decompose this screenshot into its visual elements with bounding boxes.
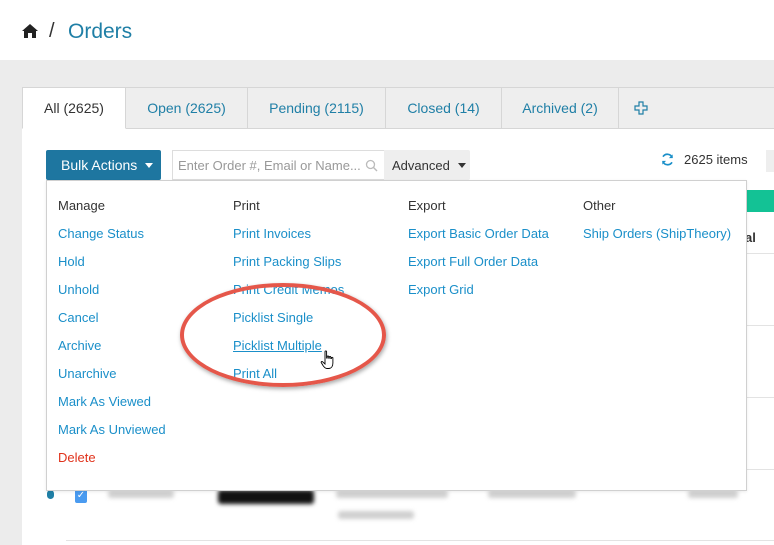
tab-open[interactable]: Open (2625) [126, 87, 248, 129]
breadcrumb: / Orders [0, 0, 774, 60]
menu-item-print-credit-memos[interactable]: Print Credit Memos [233, 282, 344, 310]
tab-label: All (2625) [44, 100, 104, 116]
menu-item-print-all[interactable]: Print All [233, 366, 344, 394]
row-divider [66, 540, 774, 541]
menu-heading: Export [408, 198, 446, 213]
advanced-search-button[interactable]: Advanced [384, 150, 470, 180]
menu-item-archive[interactable]: Archive [58, 338, 166, 366]
menu-heading: Manage [58, 198, 105, 213]
blurred-status-badge [218, 490, 314, 504]
menu-column-other: Other Ship Orders (ShipTheory) [583, 198, 731, 254]
home-icon[interactable] [21, 22, 39, 40]
caret-down-icon [457, 162, 466, 168]
plus-icon [633, 101, 648, 115]
menu-item-picklist-single[interactable]: Picklist Single [233, 310, 344, 338]
bulk-actions-menu: Manage Change Status Hold Unhold Cancel … [46, 180, 747, 491]
bulk-actions-button[interactable]: Bulk Actions [46, 150, 161, 180]
row-checkbox[interactable]: ✓ [75, 489, 87, 503]
breadcrumb-separator: / [49, 20, 55, 42]
tab-bar-filler [661, 87, 774, 129]
menu-item-delete[interactable]: Delete [58, 450, 166, 478]
tab-all[interactable]: All (2625) [22, 87, 126, 129]
menu-item-change-status[interactable]: Change Status [58, 226, 166, 254]
order-search-input[interactable]: Enter Order #, Email or Name... [172, 150, 384, 180]
menu-item-print-packing-slips[interactable]: Print Packing Slips [233, 254, 344, 282]
page-title[interactable]: Orders [68, 20, 132, 44]
menu-item-unarchive[interactable]: Unarchive [58, 366, 166, 394]
menu-heading: Other [583, 198, 616, 213]
tab-closed[interactable]: Closed (14) [386, 87, 502, 129]
blurred-date [336, 490, 448, 498]
hand-cursor-icon [320, 350, 334, 369]
menu-item-unhold[interactable]: Unhold [58, 282, 166, 310]
blurred-order-number [108, 490, 174, 498]
caret-down-icon [145, 162, 154, 168]
menu-item-export-basic[interactable]: Export Basic Order Data [408, 226, 549, 254]
unread-indicator [47, 490, 54, 499]
tab-label: Archived (2) [522, 100, 598, 116]
menu-item-mark-viewed[interactable]: Mark As Viewed [58, 394, 166, 422]
blurred-total [688, 490, 738, 498]
menu-item-print-invoices[interactable]: Print Invoices [233, 226, 344, 254]
menu-heading: Print [233, 198, 260, 213]
tab-archived[interactable]: Archived (2) [502, 87, 619, 129]
advanced-label: Advanced [392, 157, 450, 173]
menu-item-mark-unviewed[interactable]: Mark As Unviewed [58, 422, 166, 450]
pagination-stub[interactable] [766, 150, 774, 172]
blurred-time [338, 511, 414, 519]
tab-label: Pending (2115) [269, 100, 364, 116]
tab-label: Open (2625) [147, 100, 226, 116]
refresh-icon[interactable] [660, 152, 675, 167]
blurred-email [488, 490, 576, 498]
menu-item-export-full[interactable]: Export Full Order Data [408, 254, 549, 282]
tab-pending[interactable]: Pending (2115) [248, 87, 386, 129]
bulk-actions-label: Bulk Actions [61, 157, 138, 173]
tab-label: Closed (14) [407, 100, 480, 116]
menu-item-cancel[interactable]: Cancel [58, 310, 166, 338]
order-tabs: All (2625) Open (2625) Pending (2115) Cl… [22, 87, 663, 129]
add-tab-button[interactable] [619, 87, 663, 129]
menu-item-export-grid[interactable]: Export Grid [408, 282, 549, 310]
menu-item-ship-orders[interactable]: Ship Orders (ShipTheory) [583, 226, 731, 254]
search-placeholder: Enter Order #, Email or Name... [178, 157, 361, 173]
menu-column-manage: Manage Change Status Hold Unhold Cancel … [58, 198, 166, 478]
menu-item-hold[interactable]: Hold [58, 254, 166, 282]
search-icon [365, 159, 378, 172]
items-count: 2625 items [684, 152, 748, 167]
menu-column-export: Export Export Basic Order Data Export Fu… [408, 198, 549, 310]
